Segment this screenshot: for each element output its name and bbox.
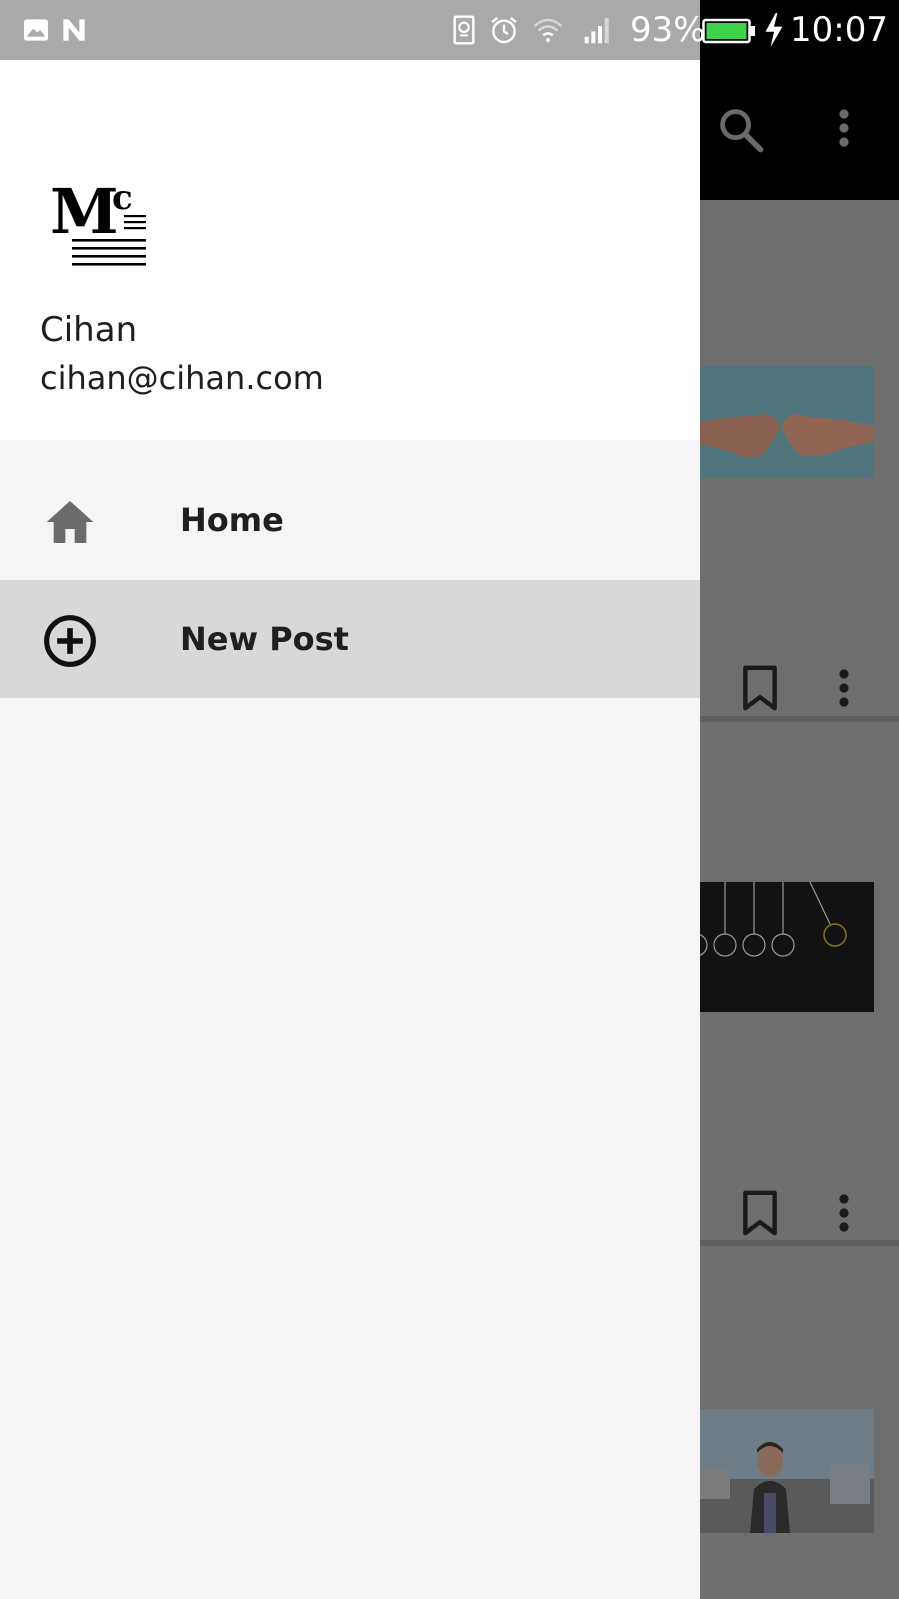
- navigation-drawer: M c Cihan cihan@cihan.com Home New Post: [0, 60, 700, 1599]
- card-divider: [690, 716, 899, 722]
- hands-heart-image: [690, 366, 874, 478]
- drawer-header: M c Cihan cihan@cihan.com: [0, 60, 700, 440]
- nav-item-label: Home: [180, 501, 284, 539]
- battery-percent: 93%: [630, 10, 706, 50]
- home-icon: [46, 501, 94, 543]
- nav-item-label: New Post: [180, 620, 349, 658]
- signal-icon: [584, 18, 609, 44]
- nav-item-home[interactable]: Home: [0, 461, 700, 579]
- card-image[interactable]: [684, 881, 874, 1012]
- wifi-icon: [533, 18, 563, 43]
- more-vert-icon[interactable]: [820, 664, 868, 712]
- pendulum-faces-image: [684, 881, 874, 1012]
- charging-icon: [765, 13, 783, 47]
- mc-logo: M c: [50, 175, 146, 266]
- sim-icon: [453, 15, 475, 45]
- alarm-icon: [491, 17, 517, 44]
- card-divider: [690, 1240, 899, 1246]
- card-image[interactable]: [690, 366, 874, 478]
- bookmark-icon[interactable]: [738, 1189, 782, 1237]
- more-vert-icon[interactable]: [820, 1189, 868, 1237]
- user-email: cihan@cihan.com: [40, 359, 324, 397]
- svg-text:M: M: [50, 175, 116, 248]
- user-name: Cihan: [40, 310, 138, 350]
- card-image[interactable]: [690, 1409, 874, 1533]
- clock: 10:07: [790, 10, 888, 50]
- more-vert-icon[interactable]: [820, 104, 868, 152]
- status-bar: 93% 10:07: [0, 0, 899, 60]
- add-circle-icon: [44, 615, 96, 667]
- battery-icon: [702, 18, 755, 44]
- svg-text:c: c: [112, 178, 133, 218]
- portrait-image: [690, 1409, 874, 1533]
- search-icon[interactable]: [715, 104, 767, 156]
- image-icon: [24, 19, 48, 41]
- nav-item-new-post[interactable]: New Post: [0, 580, 700, 698]
- n-icon: [63, 19, 85, 41]
- bookmark-icon[interactable]: [738, 664, 782, 712]
